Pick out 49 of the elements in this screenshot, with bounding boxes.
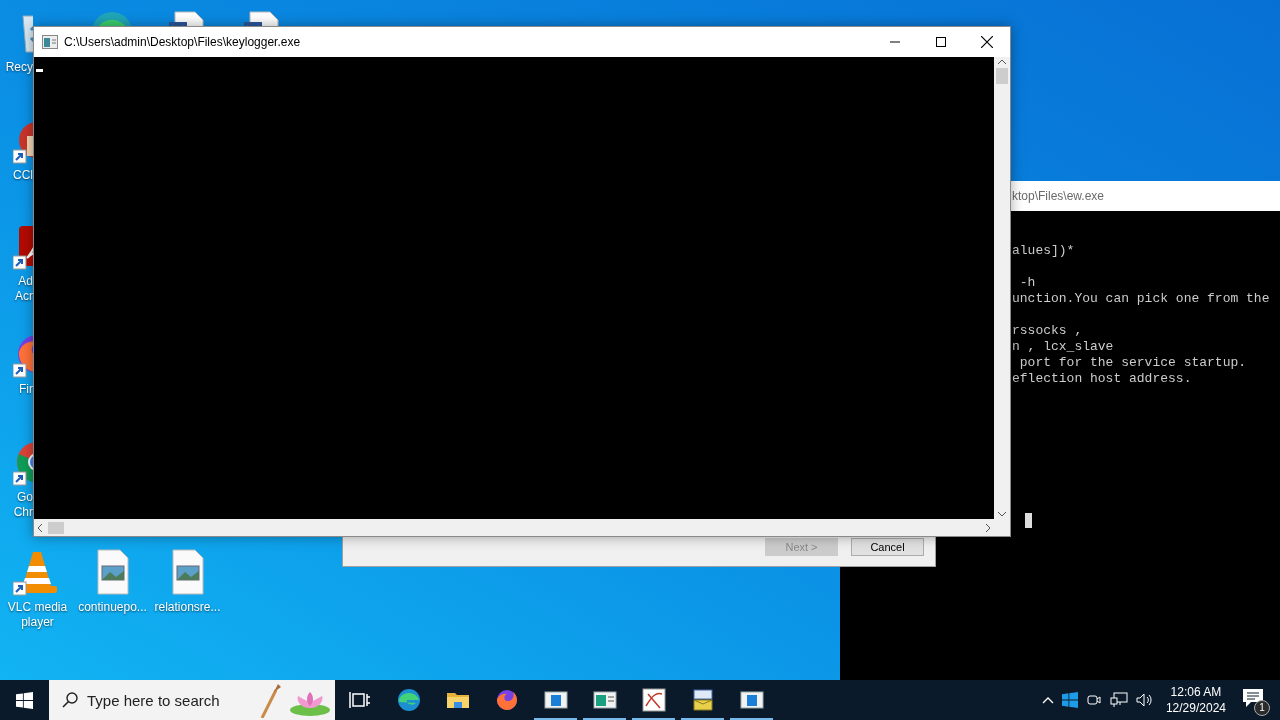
search-field[interactable]: Type here to search [49, 680, 335, 720]
window-title: ktop\Files\ew.exe [1012, 189, 1105, 203]
icon-label: Recy [4, 60, 33, 75]
scroll-up-icon[interactable] [998, 59, 1006, 64]
vertical-scrollbar[interactable] [994, 57, 1010, 519]
form-app-icon[interactable] [592, 688, 617, 712]
console-line: alues])* [1012, 243, 1075, 259]
scroll-left-icon[interactable] [37, 523, 42, 532]
scroll-down-icon[interactable] [998, 512, 1006, 517]
scroll-right-icon[interactable] [986, 523, 991, 532]
scroll-thumb[interactable] [48, 521, 64, 534]
window-title: C:\Users\admin\Desktop\Files\keylogger.exe [64, 35, 302, 49]
console-line: port for the service startup. [1018, 355, 1247, 371]
icon-label: relationsre... [154, 600, 221, 615]
camera-icon[interactable] [1085, 692, 1102, 708]
console-app-icon[interactable] [739, 688, 764, 712]
cancel-button[interactable]: Cancel [851, 538, 924, 556]
console-app-icon [42, 35, 58, 49]
icon-label: Ad Acr [14, 274, 33, 304]
icon-label: Fir [18, 382, 33, 397]
installer-icon[interactable] [690, 688, 715, 712]
search-icon [62, 692, 78, 708]
text-cursor [36, 69, 43, 72]
edge-icon[interactable] [396, 688, 421, 712]
icon-label: VLC media player [7, 600, 68, 630]
volume-icon[interactable] [1135, 692, 1154, 708]
console-line: n , lcx_slave [1012, 339, 1114, 355]
console-app-icon[interactable] [543, 688, 568, 712]
start-button[interactable] [15, 691, 33, 709]
icon-label: continuepo... [78, 600, 147, 615]
console-line: rssocks , [1012, 323, 1083, 339]
sketch-app-icon[interactable] [641, 688, 666, 712]
icon-label: Go Chr [12, 490, 33, 520]
windows-logo-icon [1061, 692, 1078, 708]
lotus-icon [258, 682, 332, 718]
scroll-thumb[interactable] [996, 68, 1008, 84]
chevron-up-icon[interactable] [1041, 696, 1054, 704]
notification-badge: 1 [1254, 700, 1270, 716]
console-line: eflection host address. [1012, 371, 1192, 387]
text-cursor [1025, 513, 1032, 528]
console-line: unction.You can pick one from the [1012, 291, 1270, 307]
console-line: -h [1018, 275, 1036, 291]
firefox-icon[interactable] [494, 688, 519, 712]
maximize-button[interactable] [936, 37, 946, 47]
clock-date[interactable]: 12/29/2024 [1165, 700, 1226, 716]
clock-time[interactable]: 12:06 AM [1170, 684, 1222, 700]
close-button[interactable] [981, 36, 993, 48]
icon-label: CCl [12, 168, 33, 183]
network-icon[interactable] [1109, 692, 1128, 708]
